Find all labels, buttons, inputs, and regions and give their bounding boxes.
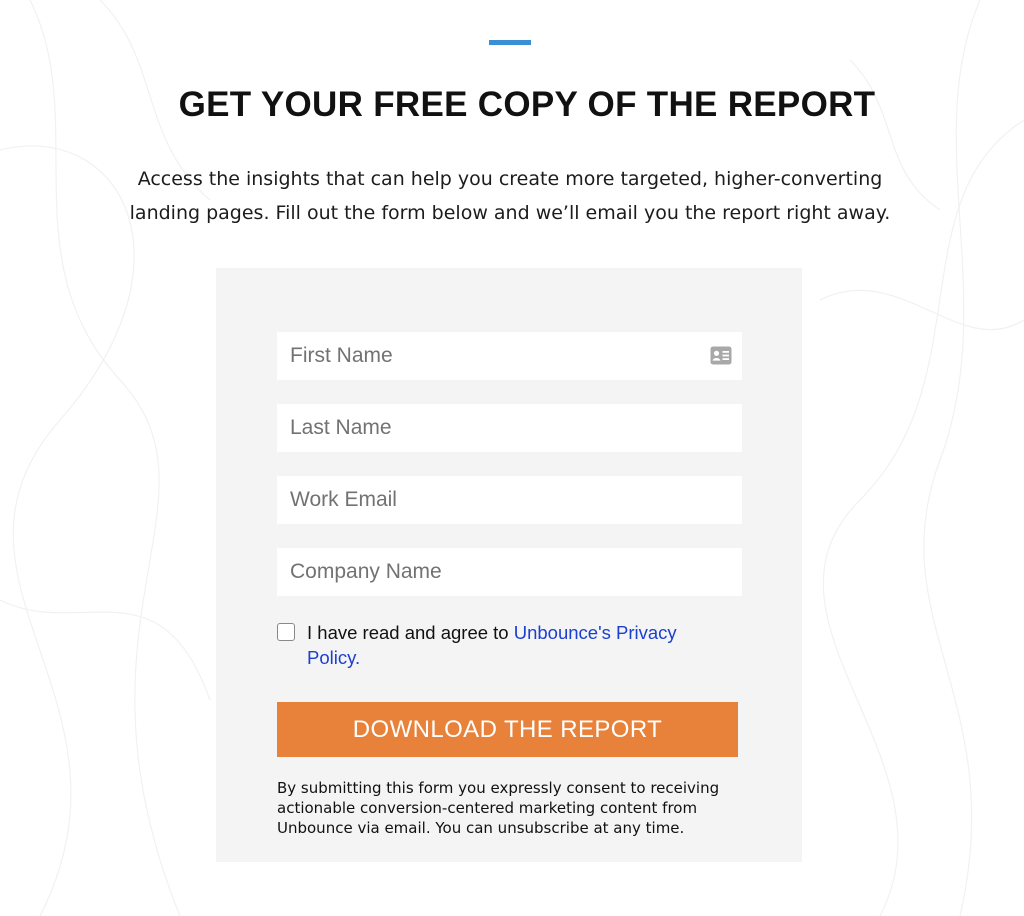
page-title: GET YOUR FREE COPY OF THE REPORT: [178, 85, 876, 124]
intro-text: Access the insights that can help you cr…: [129, 168, 891, 224]
first-name-field-wrapper: [277, 332, 742, 380]
consent-text: I have read and agree to: [307, 622, 514, 643]
first-name-input[interactable]: [277, 332, 742, 380]
work-email-field-wrapper: [277, 476, 742, 524]
last-name-field-wrapper: [277, 404, 742, 452]
company-name-field-wrapper: [277, 548, 742, 596]
last-name-input[interactable]: [277, 404, 742, 452]
page: GET YOUR FREE COPY OF THE REPORT Access …: [0, 0, 1024, 916]
privacy-consent-checkbox[interactable]: [277, 623, 295, 641]
download-report-button[interactable]: DOWNLOAD THE REPORT: [277, 702, 738, 757]
contact-card-icon[interactable]: [710, 346, 732, 365]
work-email-input[interactable]: [277, 476, 742, 524]
company-name-input[interactable]: [277, 548, 742, 596]
accent-bar: [489, 40, 531, 45]
privacy-consent-label: I have read and agree to Unbounce's Priv…: [307, 620, 727, 670]
consent-disclaimer: By submitting this form you expressly co…: [277, 779, 720, 837]
lead-form: I have read and agree to Unbounce's Priv…: [216, 268, 802, 862]
